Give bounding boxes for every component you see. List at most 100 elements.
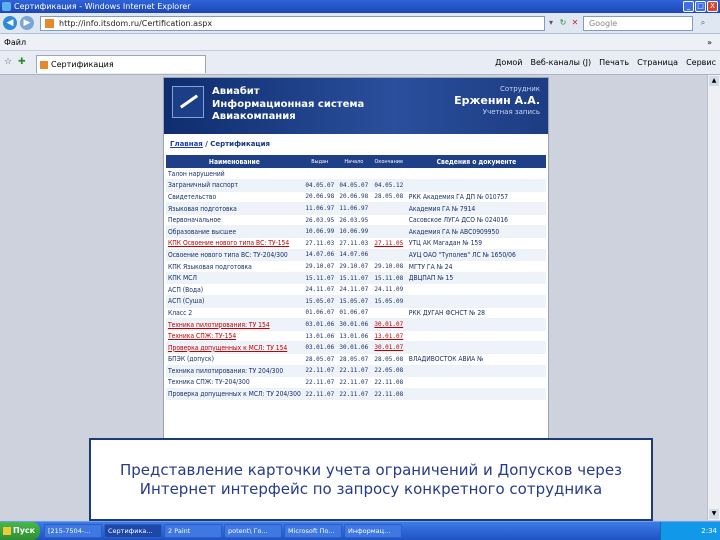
ie-icon [2,2,11,11]
cell-name[interactable]: Техника СПЖ: ТУ-154 [166,330,303,343]
cell-info: АУЦ ОАО "Туполев" ЛС № 1650/06 [406,249,546,262]
page-button[interactable]: Страница [637,55,678,71]
print-button[interactable]: Печать [599,55,629,71]
vertical-scrollbar[interactable]: ▲ ▼ [707,75,720,520]
cell-issued: 14.07.06 [302,249,337,262]
refresh-icon[interactable]: ↻ [557,17,569,29]
tab-certification[interactable]: Сертификация [36,55,206,73]
system-tray: 2:34 [660,522,720,540]
cell-name: Заграничный паспорт [166,179,303,192]
table-row: АСП (Суша) 15.05.07 15.05.07 15.05.09 [166,295,546,308]
table-row: КПК Освоение нового типа ВС: ТУ-154 27.11… [166,237,546,250]
col-header-info: Сведения о документе [406,155,546,168]
cell-name: Техника пилотирования: ТУ 204/300 [166,365,303,378]
task-button[interactable]: [215-7504-... [44,524,102,538]
table-row: Техника СПЖ: ТУ-204/300 22.11.07 22.11.07 2… [166,376,546,389]
task-button-active[interactable]: Сертифика... [104,524,162,538]
site-brand: Авиабит Информационная система Авиакомпа… [212,86,364,124]
cell-issued: 22.11.07 [302,365,337,378]
task-button[interactable]: 2 Paint [164,524,222,538]
table-row: Класс 2 01.06.07 01.06.07 РКК ДУГАН ФСНСТ №… [166,307,546,320]
table-header-row: Наименование Выдан Начало Окончание Свед… [166,155,546,168]
cell-name: Техника СПЖ: ТУ-204/300 [166,376,303,389]
cell-info: Академия ГА № 7914 [406,202,546,215]
tab-page-icon [40,61,48,69]
table-row: Талон нарушений [166,168,546,181]
user-name: Ерженин А.А. [454,94,540,107]
cell-info [406,341,546,354]
cell-start: 30.01.06 [336,318,371,331]
cell-end[interactable]: 27.11.05 [370,237,407,250]
menu-file[interactable]: Файл [4,34,26,51]
search-input[interactable]: Google [583,16,693,31]
airplane-logo-icon [172,86,204,118]
task-button[interactable]: Информац... [344,524,402,538]
add-favorites-icon[interactable]: ✚ [18,57,26,67]
site-header: Авиабит Информационная система Авиакомпа… [164,78,548,134]
tools-button[interactable]: Сервис [686,55,716,71]
close-button[interactable]: X [707,1,718,12]
breadcrumb-current: Сертификация [210,140,271,148]
cell-info [406,168,546,181]
cell-end: 28.05.08 [370,191,407,204]
task-button[interactable]: Microsoft По... [284,524,342,538]
window-title: Сертификация - Windows Internet Explorer [14,2,191,11]
cell-issued: 10.06.99 [302,225,337,239]
forward-icon[interactable]: ▶ [20,16,34,30]
cell-end: 04.05.12 [370,179,407,192]
home-button[interactable]: Домой [495,55,522,71]
cell-issued: 28.05.07 [302,353,337,366]
cell-name: АСП (Вода) [166,283,303,297]
feeds-button[interactable]: Веб-каналы (J) [530,55,591,71]
window-title-bar: Сертификация - Windows Internet Explorer… [0,0,720,13]
cell-name[interactable]: Проверка допущенных к МСЛ: ТУ 154 [166,341,303,354]
table-row: Проверка допущенных к МСЛ: ТУ 204/300 22.… [166,388,546,401]
account-link[interactable]: Учетная запись [454,108,540,116]
dropdown-icon[interactable]: ▾ [545,17,557,29]
cell-start: 22.11.07 [336,376,371,389]
breadcrumb-home-link[interactable]: Главная [170,140,203,148]
cell-end [370,225,407,239]
menu-more-icon[interactable]: » [707,34,712,51]
cell-end: 15.05.09 [370,295,407,308]
cell-issued [302,168,337,181]
minimize-button[interactable]: _ [683,1,694,12]
cell-end: 15.11.08 [370,272,407,285]
table-row: Техника пилотирования: ТУ 154 03.01.06 30.… [166,318,546,331]
back-icon[interactable]: ◀ [3,16,17,30]
maximize-button[interactable]: □ [695,1,706,12]
cell-end: 24.11.09 [370,283,407,297]
scroll-down-icon[interactable]: ▼ [709,509,719,519]
start-button[interactable]: Пуск [0,522,40,540]
cell-end[interactable]: 30.01.07 [370,318,407,331]
cell-issued: 11.06.97 [302,202,337,215]
cell-issued: 22.11.07 [302,388,337,401]
url-input[interactable]: http://info.itsdom.ru/Certification.aspx [40,16,545,31]
cell-start: 20.06.98 [336,191,371,204]
menu-bar: Файл » [0,34,720,51]
cell-end[interactable]: 30.01.07 [370,341,407,354]
table-row: Первоначальное 26.03.95 26.03.95 Сасовское … [166,214,546,227]
table-row: Свидетельство 20.06.98 20.06.98 28.05.08 РКК… [166,191,546,204]
window-controls: _ □ X [683,1,718,12]
favorites-star-icon[interactable]: ☆ [4,57,12,67]
stop-icon[interactable]: ✕ [569,17,581,29]
table-row: БПЭК (допуск) 28.05.07 28.05.07 28.05.08 ВЛА… [166,353,546,366]
table-row: АСП (Вода) 24.11.07 24.11.07 24.11.09 [166,283,546,297]
cell-name: КПК МСЛ [166,272,303,285]
cell-name[interactable]: Техника пилотирования: ТУ 154 [166,318,303,331]
scroll-up-icon[interactable]: ▲ [709,76,719,86]
table-row: Проверка допущенных к МСЛ: ТУ 154 03.01.0… [166,341,546,354]
cell-info [406,376,546,389]
search-icon[interactable]: ⌕ [697,17,709,29]
table-row: КПК МСЛ 15.11.07 15.11.07 15.11.08 ДВЦПАП № … [166,272,546,285]
cell-end[interactable]: 13.01.07 [370,330,407,343]
table-row: Техника СПЖ: ТУ-154 13.01.06 13.01.06 13.01… [166,330,546,343]
search-placeholder: Google [589,19,618,28]
cell-info: ВЛАДИВОСТОК АВИА № [406,353,546,366]
cell-name[interactable]: КПК Освоение нового типа ВС: ТУ-154 [166,237,303,250]
slide-caption: Представление карточки учета ограничений… [89,438,653,521]
taskbar-tasks: [215-7504-... Сертифика... 2 Paint poten… [44,524,402,538]
cell-issued: 20.06.98 [302,191,337,204]
task-button[interactable]: potent\ Го... [224,524,282,538]
